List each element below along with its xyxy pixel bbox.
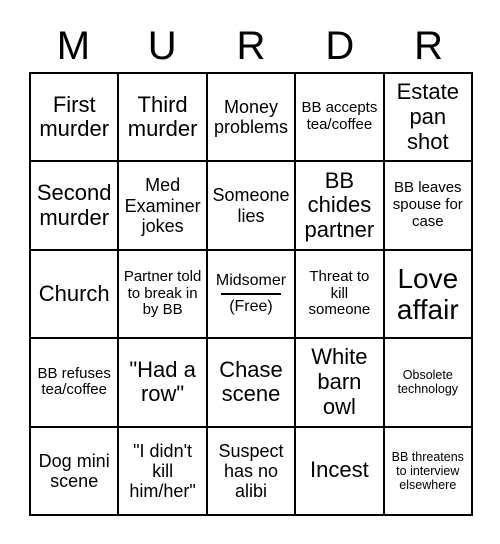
bingo-cell-label: "I didn't kill him/her" — [129, 440, 196, 501]
bingo-cell-r4c0[interactable]: Dog mini scene — [31, 427, 120, 516]
bingo-cell-r4c1[interactable]: "I didn't kill him/her" — [119, 427, 208, 516]
bingo-cell-label: BB accepts tea/coffee — [301, 99, 378, 134]
bingo-cell-label: Third murder — [127, 91, 198, 142]
bingo-cell-label: Obsolete technology — [397, 368, 459, 397]
bingo-header-letter-2: R — [236, 24, 266, 68]
bingo-cell-label: Estate pan shot — [396, 79, 459, 154]
bingo-grid: First murder Third murder Money problems… — [29, 72, 473, 516]
bingo-cell-r3c2[interactable]: Chase scene — [207, 339, 297, 428]
bingo-header-letter-3: D — [325, 24, 355, 68]
bingo-cell-label: BB refuses tea/coffee — [37, 364, 111, 399]
bingo-cell-r2c0[interactable]: Church — [31, 250, 120, 340]
bingo-header-letter-1: U — [147, 24, 177, 68]
bingo-cell-r3c0[interactable]: BB refuses tea/coffee — [31, 339, 120, 428]
bingo-cell-r3c4[interactable]: Obsolete technology — [384, 339, 473, 428]
free-cell-title: Midsomer — [215, 271, 287, 289]
bingo-cell-label: Dog mini scene — [38, 450, 110, 491]
bingo-cell-label: Money problems — [213, 97, 288, 138]
bingo-cell-r1c2[interactable]: Someone lies — [207, 162, 297, 251]
bingo-header-row: M U R D R — [29, 20, 473, 72]
bingo-cell-label: Someone lies — [212, 185, 290, 226]
bingo-cell-r1c1[interactable]: Med Examiner jokes — [119, 162, 208, 251]
bingo-cell-r0c2[interactable]: Money problems — [207, 74, 297, 163]
bingo-cell-label: Chase scene — [219, 356, 283, 407]
bingo-cell-r2c4[interactable]: Love affair — [384, 250, 473, 340]
bingo-cell-r4c4[interactable]: BB threatens to interview elsewhere — [384, 427, 473, 516]
bingo-cell-label: Incest — [310, 457, 369, 483]
bingo-cell-r3c3[interactable]: White barn owl — [296, 339, 385, 428]
bingo-cell-r0c3[interactable]: BB accepts tea/coffee — [296, 74, 385, 163]
bingo-cell-r0c0[interactable]: First murder — [31, 74, 120, 163]
bingo-cell-label: Second murder — [36, 179, 112, 230]
bingo-cell-label: BB threatens to interview elsewhere — [391, 449, 464, 492]
bingo-cell-r1c3[interactable]: BB chides partner — [296, 162, 385, 251]
bingo-cell-label: First murder — [39, 91, 110, 142]
free-cell-divider — [221, 293, 281, 296]
bingo-cell-label: Suspect has no alibi — [218, 440, 284, 501]
bingo-cell-free-center[interactable]: Midsomer (Free) — [207, 250, 297, 340]
bingo-cell-label: Med Examiner jokes — [124, 175, 201, 236]
bingo-cell-label: BB leaves spouse for case — [392, 179, 463, 230]
bingo-header-letter-0: M — [56, 24, 91, 68]
bingo-cell-r2c1[interactable]: Partner told to break in by BB — [119, 250, 208, 340]
bingo-cell-label: Threat to kill someone — [308, 267, 371, 319]
bingo-cell-r4c3[interactable]: Incest — [296, 427, 385, 516]
bingo-cell-label: Love affair — [396, 262, 459, 325]
bingo-cell-r4c2[interactable]: Suspect has no alibi — [207, 427, 297, 516]
bingo-cell-label: Partner told to break in by BB — [123, 267, 202, 319]
bingo-cell-label: White barn owl — [311, 344, 368, 419]
bingo-cell-r1c4[interactable]: BB leaves spouse for case — [384, 162, 473, 251]
bingo-header-letter-4: R — [414, 24, 444, 68]
bingo-cell-label: Church — [38, 280, 110, 306]
bingo-cell-r3c1[interactable]: "Had a row" — [119, 339, 208, 428]
bingo-cell-r0c4[interactable]: Estate pan shot — [384, 74, 473, 163]
bingo-cell-label: "Had a row" — [129, 356, 196, 407]
free-cell-label: (Free) — [229, 298, 273, 316]
bingo-cell-r1c0[interactable]: Second murder — [31, 162, 120, 251]
bingo-cell-r2c3[interactable]: Threat to kill someone — [296, 250, 385, 340]
bingo-cell-label: BB chides partner — [304, 167, 375, 242]
bingo-card: M U R D R First murder Third murder Mone… — [29, 20, 473, 516]
bingo-cell-r0c1[interactable]: Third murder — [119, 74, 208, 163]
